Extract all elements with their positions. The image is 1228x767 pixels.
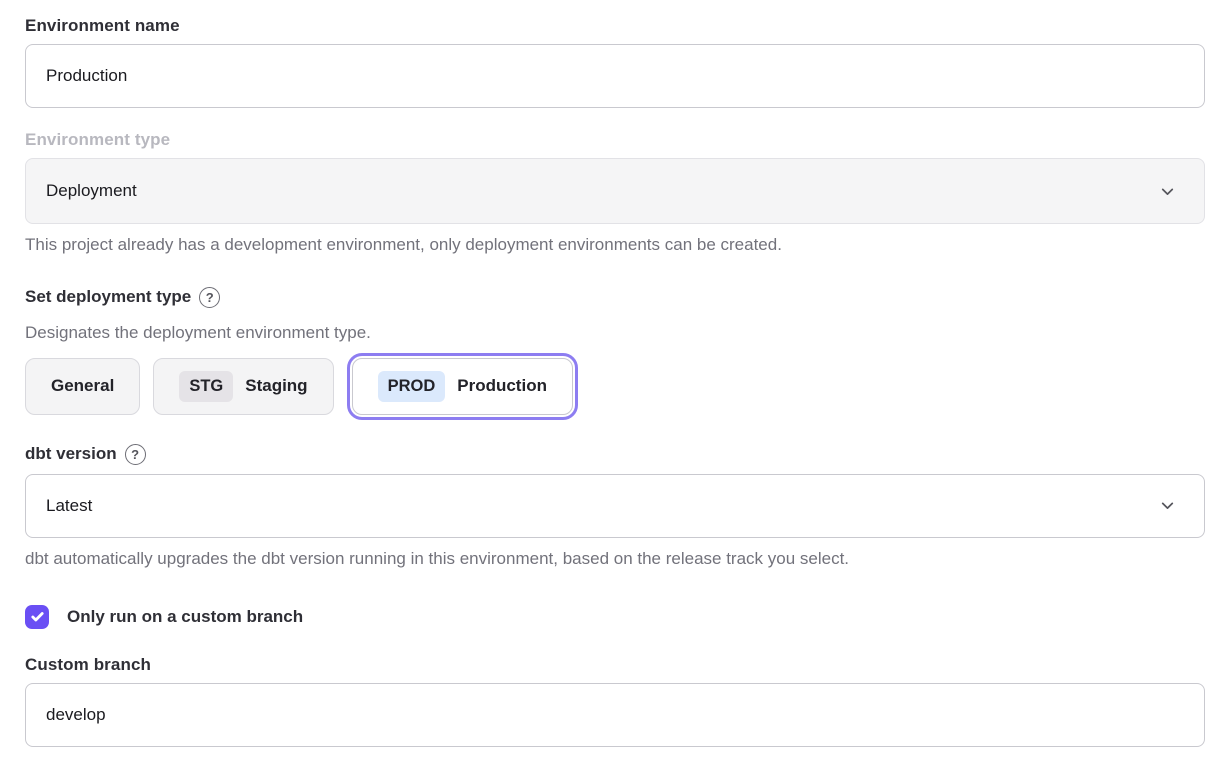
dbt-version-label: dbt version	[25, 444, 117, 464]
dbt-version-heading: dbt version ?	[25, 444, 1205, 465]
environment-type-field: Environment type Deployment This project…	[25, 130, 1205, 257]
production-button-label: Production	[457, 376, 547, 396]
dbt-version-select[interactable]: Latest	[25, 474, 1205, 538]
dbt-version-value: Latest	[46, 496, 92, 516]
staging-badge: STG	[179, 371, 233, 402]
deployment-type-heading: Set deployment type ?	[25, 287, 1205, 308]
custom-branch-toggle-row: Only run on a custom branch	[25, 605, 1205, 629]
dbt-version-helper: dbt automatically upgrades the dbt versi…	[25, 548, 1205, 571]
custom-branch-input[interactable]	[25, 683, 1205, 747]
deployment-type-general-button[interactable]: General	[25, 358, 140, 415]
deployment-type-staging-button[interactable]: STG Staging	[153, 358, 333, 415]
custom-branch-toggle-label[interactable]: Only run on a custom branch	[67, 607, 303, 627]
environment-settings-form: Environment name Environment type Deploy…	[0, 0, 1228, 767]
environment-name-field: Environment name	[25, 16, 1205, 108]
environment-name-input[interactable]	[25, 44, 1205, 108]
staging-button-label: Staging	[245, 376, 307, 396]
environment-type-value: Deployment	[46, 181, 137, 201]
chevron-down-icon	[1159, 497, 1176, 514]
environment-type-select[interactable]: Deployment	[25, 158, 1205, 224]
help-icon[interactable]: ?	[125, 444, 146, 465]
environment-type-label: Environment type	[25, 130, 1205, 150]
dbt-version-field: dbt version ? Latest dbt automatically u…	[25, 444, 1205, 571]
custom-branch-checkbox[interactable]	[25, 605, 49, 629]
deployment-type-heading-text: Set deployment type	[25, 287, 191, 307]
environment-name-label: Environment name	[25, 16, 1205, 36]
environment-type-helper: This project already has a development e…	[25, 234, 1205, 257]
production-badge: PROD	[378, 371, 446, 402]
deployment-type-description: Designates the deployment environment ty…	[25, 323, 1205, 343]
general-button-label: General	[51, 376, 114, 396]
custom-branch-label: Custom branch	[25, 655, 1205, 675]
custom-branch-field: Custom branch	[25, 655, 1205, 747]
help-icon[interactable]: ?	[199, 287, 220, 308]
check-icon	[30, 609, 45, 624]
deployment-type-production-button[interactable]: PROD Production	[352, 358, 573, 415]
chevron-down-icon	[1159, 183, 1176, 200]
deployment-type-options: General STG Staging PROD Production	[25, 358, 1205, 415]
